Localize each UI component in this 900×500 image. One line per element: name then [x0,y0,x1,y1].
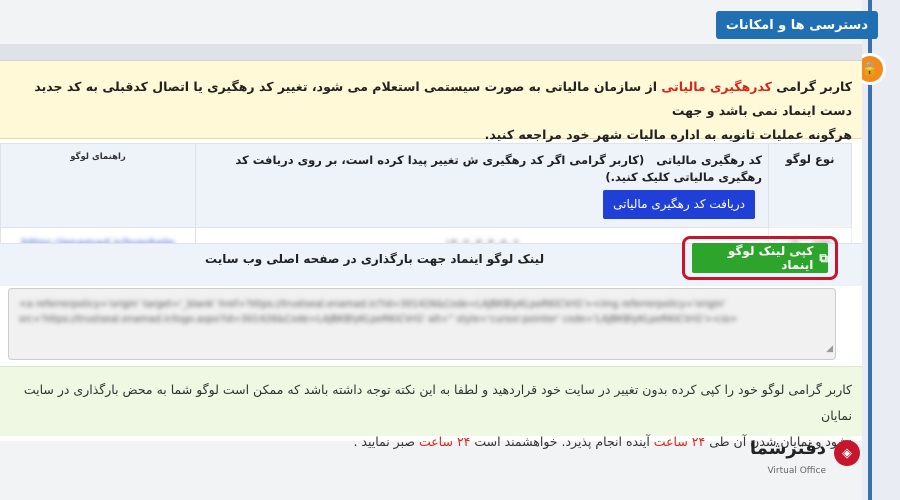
copy-link-label: لینک لوگو اینماد جهت بارگذاری در صفحه اص… [205,252,545,266]
note-line-1: کاربر گرامی لوگو خود را کپی کرده بدون تغ… [23,382,852,423]
header-strip [0,44,862,60]
brand-watermark: ◈ دفترشما Virtual Office [730,436,860,482]
get-tax-code-button[interactable]: دریافت کد رهگیری مالیاتی [603,190,755,219]
brand-name: دفترشما [749,438,826,459]
brand-subtitle: Virtual Office [767,466,826,476]
header-logo-type: نوع لوگو [768,143,852,228]
resize-handle-icon[interactable]: ◢ [826,342,833,357]
warning-highlight: کدرهگیری مالیاتی [661,79,772,94]
tax-warning-box: کاربر گرامی کدرهگیری مالیاتی از سازمان م… [0,61,862,142]
copy-logo-link-button[interactable]: ⧉ کپی لینک لوگو اینماد [692,243,828,273]
warning-line-1: کاربر گرامی کدرهگیری مالیاتی از سازمان م… [34,79,852,118]
copy-button-highlight: ⧉ کپی لینک لوگو اینماد [682,236,838,280]
copy-icon: ⧉ [819,250,828,265]
note-line-2: نشود و نمایان شدن آن طی ۲۴ ساعت آینده ان… [353,434,852,449]
header-logo-guide: راهنمای لوگو [0,143,196,228]
access-features-label: دسترسی ها و امکانات [725,17,868,33]
logo-code-text: <a referrerpolicy='origin' target='_blan… [19,299,738,325]
table-header-row: نوع لوگو کد رهگیری مالیاتی (کاربر گرامی … [0,143,852,228]
office-logo-icon: ◈ [834,440,860,466]
logo-code-textarea[interactable]: <a referrerpolicy='origin' target='_blan… [8,288,836,360]
copy-button-label: کپی لینک لوگو اینماد [727,244,814,272]
access-features-tab[interactable]: دسترسی ها و امکانات [715,11,878,39]
upload-note-box: کاربر گرامی لوگو خود را کپی کرده بدون تغ… [0,366,862,449]
header-tax-code: کد رهگیری مالیاتی (کاربر گرامی اگر کد ره… [195,143,769,228]
